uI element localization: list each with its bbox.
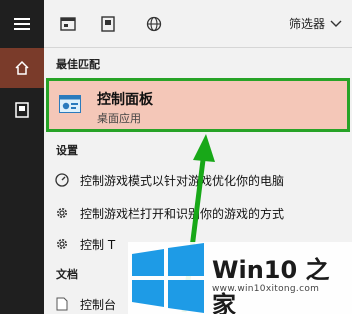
apps-icon — [60, 17, 76, 31]
file-icon — [54, 296, 70, 312]
filter-label: 筛选器 — [288, 17, 325, 31]
gear-icon — [54, 236, 70, 252]
settings-item-game-bar[interactable]: 控制游戏栏打开和识别你的游戏的方式 — [54, 201, 284, 225]
hamburger-icon — [14, 18, 30, 30]
result-title: 控制面板 — [97, 92, 153, 108]
globe-icon — [146, 16, 162, 32]
settings-heading: 设置 — [56, 144, 78, 157]
home-icon — [15, 60, 29, 75]
watermark-brand: Win10 之家 — [212, 256, 330, 314]
home-button[interactable] — [0, 48, 44, 88]
settings-item-control-t[interactable]: 控制 T — [54, 232, 115, 256]
document-item-label: 控制台 — [80, 297, 117, 312]
result-subtitle: 桌面应用 — [97, 112, 141, 125]
control-panel-icon — [59, 95, 81, 113]
document-icon — [15, 102, 29, 118]
watermark: Win10 之家 www.win10xitong.com — [128, 242, 352, 314]
settings-item-game-mode[interactable]: 控制游戏模式以针对游戏优化你的电脑 — [54, 168, 284, 192]
documents-item-console[interactable]: 控制台 — [54, 292, 116, 314]
documents-button[interactable] — [0, 90, 44, 130]
settings-item-label: 控制游戏模式以针对游戏优化你的电脑 — [80, 173, 285, 188]
search-filter-bar: 筛选器 — [44, 0, 352, 48]
settings-item-label: 控制游戏栏打开和识别你的游戏的方式 — [80, 206, 285, 221]
speedometer-icon — [54, 172, 70, 188]
watermark-url: www.win10xitong.com — [212, 284, 320, 294]
gear-icon — [54, 205, 70, 221]
best-match-result[interactable]: 控制面板 桌面应用 — [46, 78, 350, 132]
sidebar — [0, 0, 44, 314]
filter-dropdown[interactable]: 筛选器 — [289, 15, 342, 32]
web-tab[interactable] — [144, 14, 164, 34]
chevron-down-icon — [330, 20, 342, 27]
menu-button[interactable] — [0, 4, 44, 44]
document-icon — [101, 16, 115, 32]
best-match-heading: 最佳匹配 — [56, 58, 100, 71]
windows-logo-icon — [132, 243, 204, 313]
documents-tab[interactable] — [98, 14, 118, 34]
apps-tab[interactable] — [58, 14, 78, 34]
settings-item-label: 控制 T — [80, 237, 116, 252]
documents-heading: 文档 — [56, 268, 78, 281]
